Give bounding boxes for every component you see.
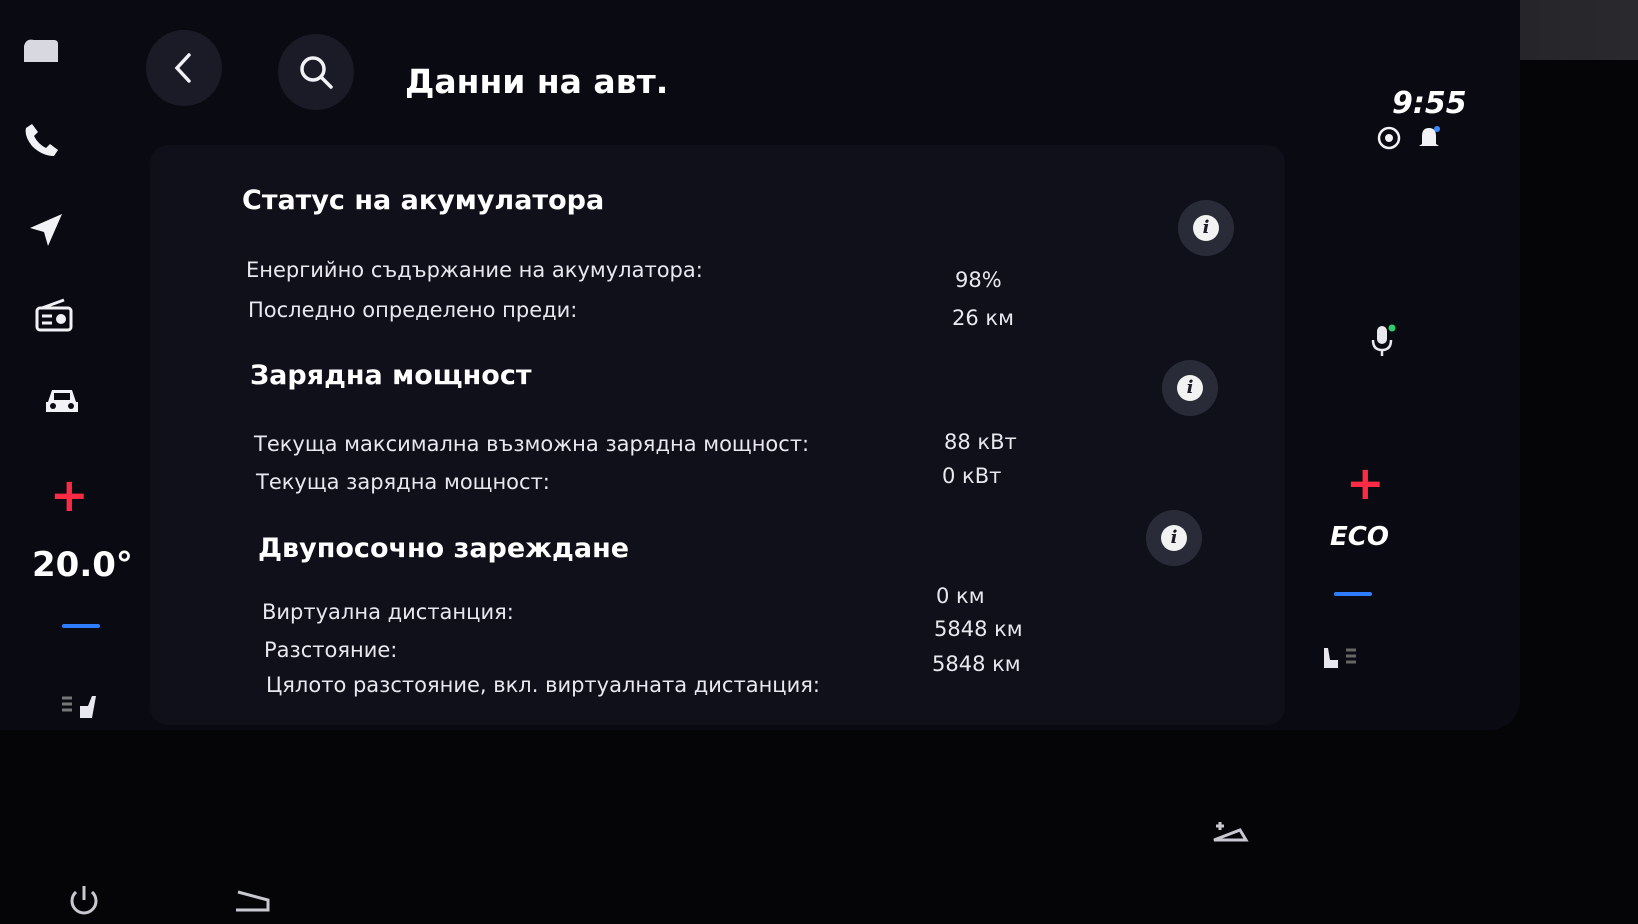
row-label: Цялото разстояние, вкл. виртуалната дист…: [266, 673, 820, 697]
right-decrease-button[interactable]: [1334, 592, 1372, 596]
row-value: 98%: [955, 268, 1002, 292]
microphone-icon[interactable]: [1358, 316, 1406, 364]
row-value: 0 км: [936, 584, 985, 608]
fan-icon[interactable]: [1206, 812, 1254, 860]
temp-left-increase-button[interactable]: +: [50, 472, 89, 518]
section-title-bidirectional-charging: Двупосочно зареждане: [258, 533, 630, 564]
row-value: 26 км: [952, 306, 1014, 330]
seat-heat-icon[interactable]: [54, 684, 102, 732]
row-value: 5848 км: [934, 617, 1023, 641]
battery-info-button[interactable]: i: [1178, 200, 1234, 256]
navigation-icon[interactable]: [22, 206, 70, 254]
bidirectional-info-button[interactable]: i: [1146, 510, 1202, 566]
clock: 9:55: [1392, 86, 1467, 121]
row-value: 88 кВт: [944, 430, 1017, 454]
row-label: Разстояние:: [264, 638, 398, 662]
row-label: Текуща максимална възможна зарядна мощно…: [254, 432, 810, 456]
info-icon: i: [1193, 215, 1219, 241]
search-button[interactable]: [278, 34, 354, 110]
connectivity-icon: [1377, 126, 1401, 150]
section-title-battery: Статус на акумулатора: [242, 185, 605, 216]
page-title: Данни на авт.: [405, 62, 669, 101]
row-value: 5848 км: [932, 652, 1021, 676]
back-button[interactable]: [146, 30, 222, 106]
radio-icon[interactable]: [30, 292, 78, 340]
info-icon: i: [1161, 525, 1187, 551]
row-label: Последно определено преди:: [248, 298, 578, 322]
row-label: Текуща зарядна мощност:: [256, 470, 550, 494]
row-label: Енергийно съдържание на акумулатора:: [246, 258, 703, 282]
status-icons: [1374, 122, 1446, 154]
wiper-icon[interactable]: [228, 876, 276, 924]
power-icon[interactable]: [60, 876, 108, 924]
charging-power-info-button[interactable]: i: [1162, 360, 1218, 416]
right-increase-button[interactable]: +: [1346, 460, 1385, 506]
info-icon: i: [1177, 375, 1203, 401]
eco-mode-label: ECO: [1330, 522, 1389, 552]
row-value: 0 кВт: [942, 464, 1002, 488]
home-icon[interactable]: [16, 28, 64, 76]
seat-heat-right-icon[interactable]: [1316, 634, 1364, 682]
car-icon[interactable]: [38, 376, 86, 424]
temp-left-decrease-button[interactable]: [62, 624, 100, 628]
search-icon: [300, 56, 333, 89]
temperature-left: 20.0°: [32, 545, 133, 585]
row-label: Виртуална дистанция:: [262, 600, 514, 624]
bell-icon[interactable]: [1414, 122, 1444, 152]
back-icon: [174, 53, 191, 83]
section-title-charging-power: Зарядна мощност: [250, 360, 532, 391]
phone-icon[interactable]: [18, 116, 66, 164]
